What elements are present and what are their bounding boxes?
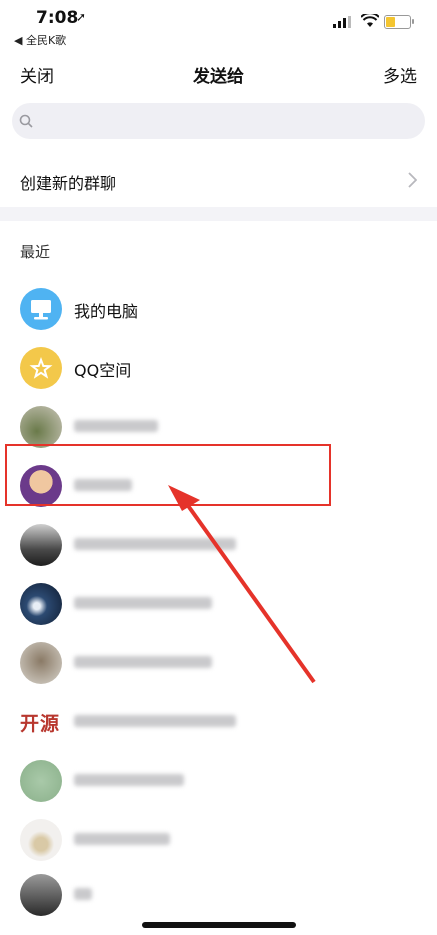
home-indicator (142, 922, 296, 928)
annotation-arrow (168, 485, 316, 684)
